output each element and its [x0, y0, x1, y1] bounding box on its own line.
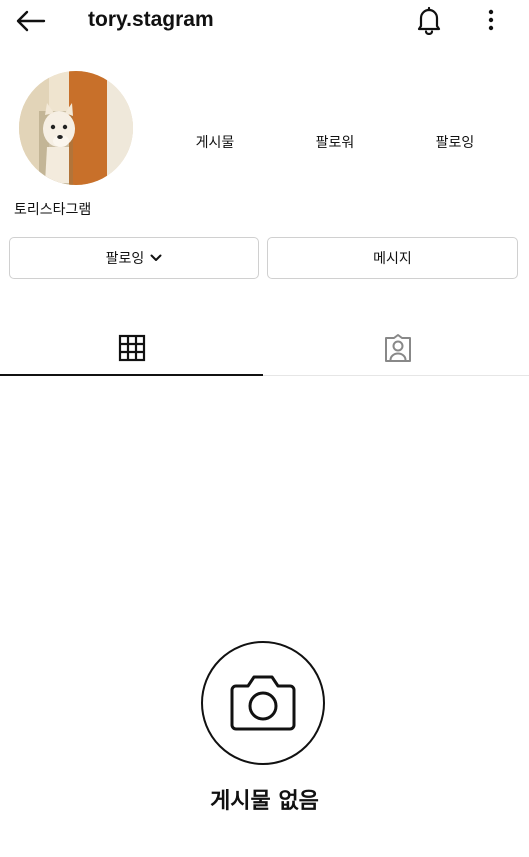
- grid-icon: [118, 334, 145, 361]
- chevron-down-icon: [150, 254, 162, 261]
- tab-posts-grid[interactable]: [0, 320, 263, 375]
- camera-icon: [230, 675, 296, 731]
- stat-followers-label[interactable]: 팔로워: [290, 133, 380, 153]
- profile-avatar[interactable]: [19, 71, 133, 185]
- empty-state-text: 게시물 없음: [210, 789, 319, 814]
- tab-active-indicator: [0, 374, 263, 376]
- message-button[interactable]: 메시지: [267, 237, 518, 279]
- notifications-button[interactable]: [412, 3, 446, 37]
- arrow-left-icon: [16, 10, 46, 32]
- more-options-button[interactable]: [478, 5, 504, 35]
- dog-photo: [19, 71, 133, 185]
- bell-icon: [417, 6, 441, 35]
- more-vertical-icon: [488, 9, 494, 31]
- profile-username: tory.stagram: [88, 8, 214, 31]
- profile-display-name: 토리스타그램: [14, 202, 92, 218]
- empty-state-icon-circle: [201, 641, 325, 765]
- stat-posts-label[interactable]: 게시물: [170, 133, 260, 153]
- following-button-label: 팔로잉: [105, 251, 145, 267]
- following-button[interactable]: 팔로잉: [9, 237, 259, 279]
- tagged-user-icon: [384, 333, 411, 362]
- stat-following-label[interactable]: 팔로잉: [410, 133, 500, 153]
- back-button[interactable]: [10, 6, 50, 36]
- tab-tagged[interactable]: [266, 320, 529, 375]
- message-button-label: 메시지: [373, 251, 412, 267]
